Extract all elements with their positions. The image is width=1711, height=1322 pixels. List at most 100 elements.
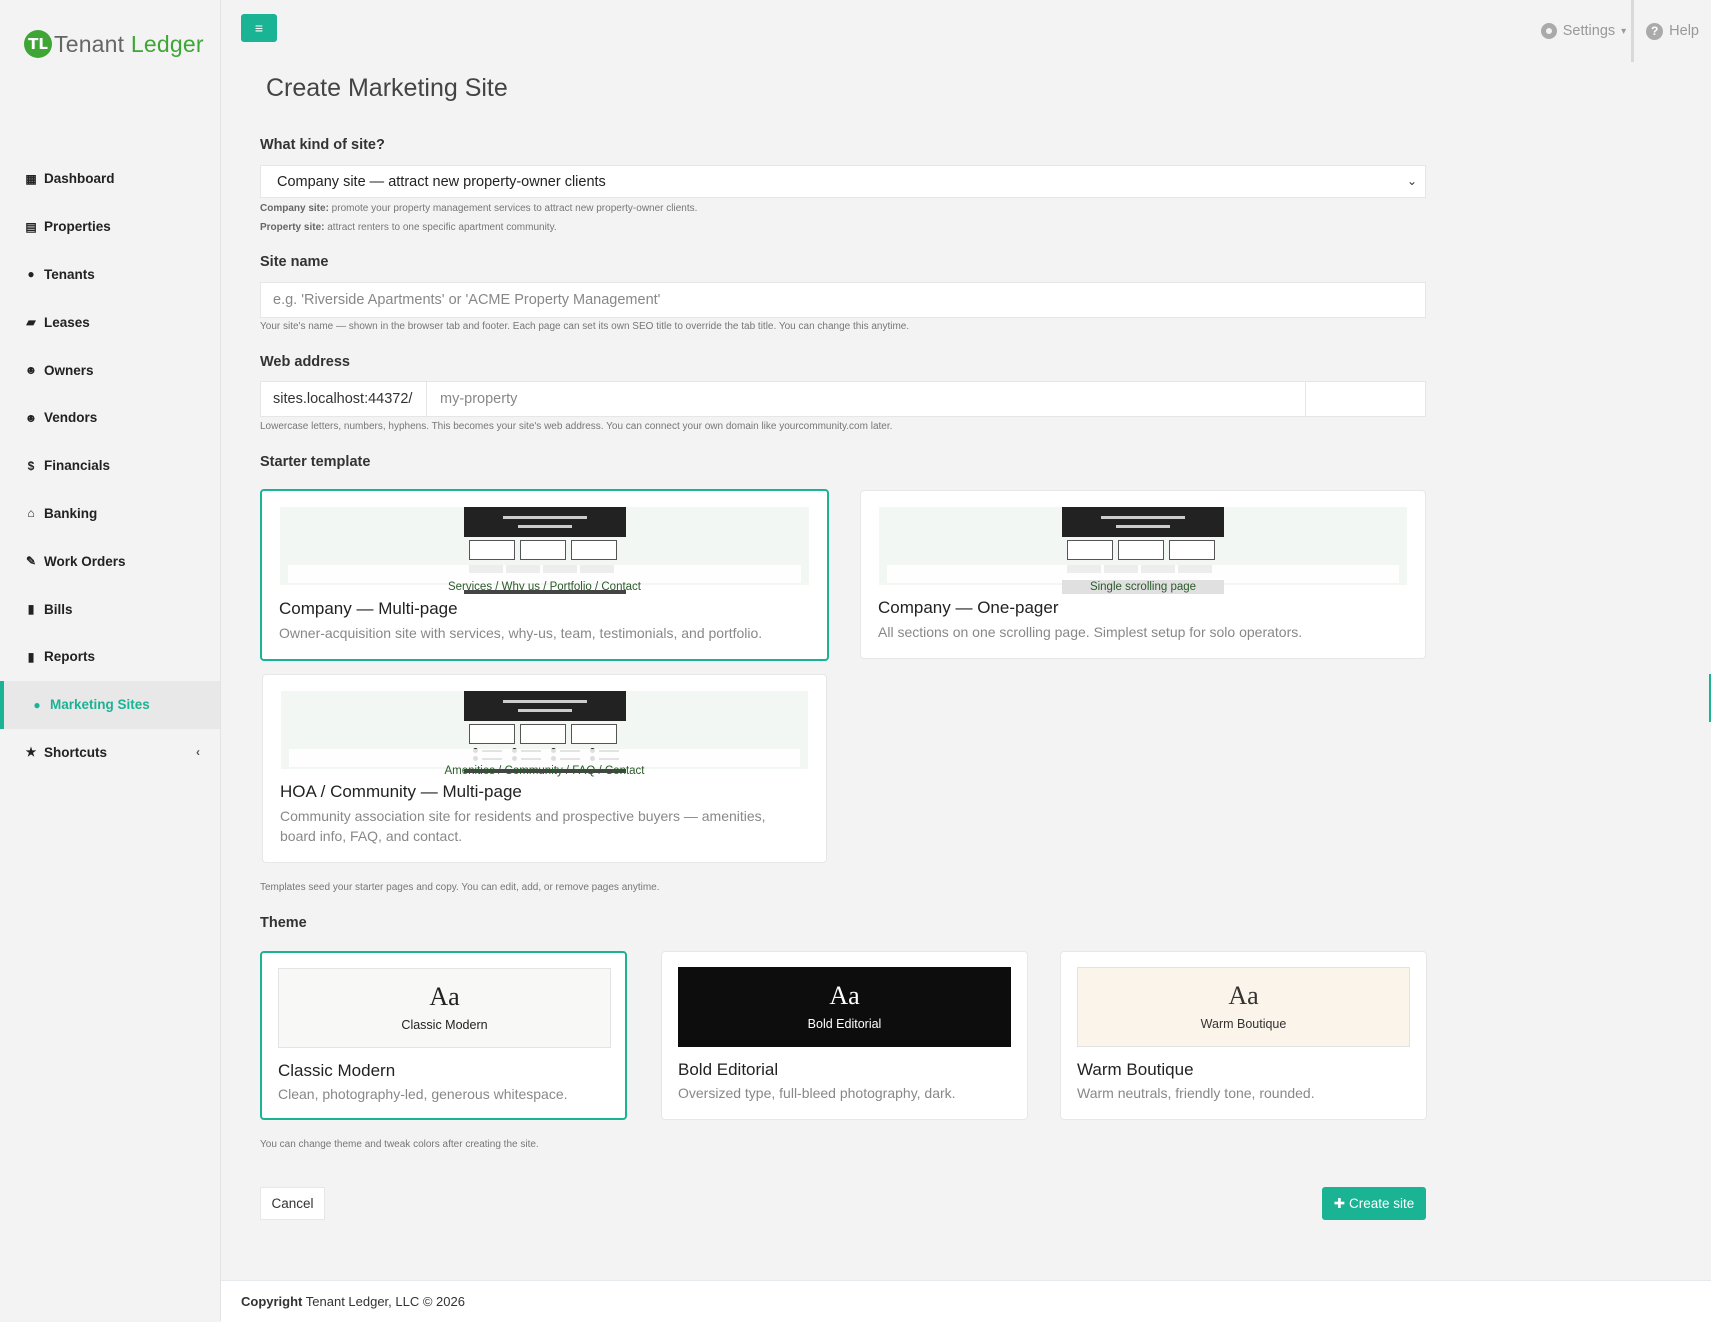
- globe-icon: ●: [33, 697, 41, 712]
- theme-preview: Aa Warm Boutique: [1077, 967, 1410, 1047]
- template-description: Community association site for residents…: [280, 808, 766, 844]
- site-kind-select[interactable]: Company site — attract new property-owne…: [260, 165, 1426, 198]
- sidebar-item-financials[interactable]: $ Financials: [0, 442, 220, 490]
- web-address-placeholder: my-property: [440, 391, 518, 407]
- logo-mark-icon: TL: [24, 30, 52, 58]
- app-logo[interactable]: TL Tenant Ledger: [24, 30, 204, 58]
- theme-help: You can change theme and tweak colors af…: [260, 1139, 539, 1150]
- sidebar-item-label: Vendors: [44, 410, 98, 426]
- sidebar-item-label: Properties: [44, 219, 111, 235]
- site-kind-selected-value: Company site — attract new property-owne…: [277, 173, 606, 190]
- site-name-input[interactable]: e.g. 'Riverside Apartments' or 'ACME Pro…: [260, 282, 1426, 318]
- sidebar-item-label: Tenants: [44, 266, 95, 282]
- file-icon: ▮: [27, 602, 35, 617]
- theme-title: Warm Boutique: [1077, 1060, 1194, 1079]
- theme-description: Warm neutrals, friendly tone, rounded.: [1077, 1085, 1315, 1101]
- web-address-suffix: [1305, 381, 1426, 417]
- cancel-button[interactable]: Cancel: [260, 1187, 325, 1220]
- sidebar-item-vendors[interactable]: ☻ Vendors: [0, 394, 220, 442]
- sidebar-item-label: Bills: [44, 601, 73, 617]
- plus-icon: ✚: [1333, 1195, 1346, 1211]
- help-company-bold: Company site:: [260, 203, 329, 214]
- page-title: Create Marketing Site: [266, 74, 508, 102]
- theme-title: Classic Modern: [278, 1061, 396, 1080]
- template-title: Company — Multi-page: [279, 599, 458, 618]
- footer-copyright-text: Tenant Ledger, LLC © 2026: [302, 1294, 465, 1309]
- theme-sample-text: Aa: [429, 982, 460, 1011]
- sidebar-item-dashboard[interactable]: ▦ Dashboard: [0, 155, 220, 203]
- theme-title: Bold Editorial: [678, 1060, 779, 1079]
- star-icon: ★: [25, 745, 37, 760]
- template-title: HOA / Community — Multi-page: [280, 782, 522, 801]
- topbar-divider: [1631, 0, 1634, 62]
- site-name-help: Your site's name — shown in the browser …: [260, 321, 910, 332]
- edit-icon: ✎: [25, 554, 37, 569]
- site-kind-label: What kind of site?: [260, 137, 385, 153]
- template-card-company-onepager[interactable]: Single scrolling page Company — One-page…: [860, 490, 1426, 659]
- web-address-help: Lowercase letters, numbers, hyphens. Thi…: [260, 421, 893, 432]
- theme-preview-name: Bold Editorial: [807, 1017, 882, 1031]
- sidebar-item-marketing-sites[interactable]: ● Marketing Sites: [0, 680, 220, 729]
- building-icon: ▤: [25, 219, 37, 234]
- hamburger-icon: ≡: [254, 20, 264, 36]
- template-card-company-multipage[interactable]: Services / Why us / Portfolio / Contact …: [260, 489, 829, 661]
- help-property-text: attract renters to one specific apartmen…: [324, 222, 557, 233]
- template-caption: Services / Why us / Portfolio / Contact: [447, 581, 641, 593]
- menu-toggle-button[interactable]: ≡: [241, 14, 277, 42]
- help-link[interactable]: ? Help: [1646, 22, 1699, 40]
- caret-down-icon: ▾: [1621, 25, 1627, 37]
- site-kind-help-company: Company site: promote your property mana…: [260, 203, 697, 214]
- template-caption: Amenities / Community / FAQ / Contact: [444, 765, 645, 777]
- theme-sample-text: Aa: [1228, 981, 1259, 1010]
- template-description: All sections on one scrolling page. Simp…: [878, 624, 1303, 640]
- sidebar-item-bills[interactable]: ▮ Bills: [0, 585, 220, 633]
- template-preview: Services / Why us / Portfolio / Contact: [280, 507, 809, 594]
- template-description: Owner-acquisition site with services, wh…: [279, 625, 763, 641]
- theme-label: Theme: [260, 915, 307, 931]
- theme-sample-text: Aa: [829, 981, 860, 1010]
- sidebar-item-shortcuts[interactable]: ★ Shortcuts ‹: [0, 729, 220, 777]
- create-site-label: Create site: [1349, 1196, 1415, 1211]
- settings-dropdown[interactable]: Settings ▾: [1540, 23, 1627, 39]
- logo-text-part1: Tenant: [54, 30, 131, 57]
- sidebar-item-reports[interactable]: ▮ Reports: [0, 633, 220, 681]
- sidebar-item-label: Financials: [44, 458, 111, 474]
- sidebar-item-work-orders[interactable]: ✎ Work Orders: [0, 537, 220, 585]
- template-preview: Amenities / Community / FAQ / Contact: [281, 691, 808, 777]
- chevron-down-icon: ⌄: [1406, 174, 1417, 188]
- sidebar-item-label: Shortcuts: [44, 744, 108, 760]
- template-preview: Single scrolling page: [879, 507, 1407, 594]
- create-site-button[interactable]: ✚ Create site: [1322, 1187, 1426, 1220]
- theme-preview-name: Warm Boutique: [1200, 1017, 1287, 1031]
- logo-text: Tenant Ledger: [54, 31, 204, 58]
- starter-template-label: Starter template: [260, 454, 371, 470]
- theme-card-warm-boutique[interactable]: Aa Warm Boutique Warm Boutique Warm neutral…: [1060, 951, 1427, 1120]
- web-address-prefix: sites.localhost:44372/: [260, 381, 427, 417]
- file-icon: ▮: [27, 649, 35, 664]
- sidebar-item-owners[interactable]: ☻ Owners: [0, 346, 220, 394]
- web-address-label: Web address: [260, 354, 350, 370]
- sidebar-item-banking[interactable]: ⌂ Banking: [0, 490, 220, 538]
- template-caption-text: Single scrolling page: [1061, 580, 1225, 594]
- templates-help: Templates seed your starter pages and co…: [260, 882, 660, 893]
- theme-card-bold-editorial[interactable]: Aa Bold Editorial Bold Editorial Oversized …: [661, 951, 1028, 1120]
- sidebar-item-label: Reports: [44, 649, 96, 665]
- help-property-bold: Property site:: [260, 222, 325, 233]
- sidebar-item-label: Banking: [44, 505, 98, 521]
- theme-preview: Aa Classic Modern: [278, 968, 611, 1048]
- question-circle-icon: ?: [1646, 22, 1664, 40]
- theme-card-classic-modern[interactable]: Aa Classic Modern Classic Modern Clean, pho…: [260, 951, 627, 1120]
- sidebar-item-properties[interactable]: ▤ Properties: [0, 203, 220, 251]
- sidebar-item-label: Work Orders: [44, 553, 126, 569]
- sidebar-item-label: Marketing Sites: [50, 697, 150, 713]
- site-name-label: Site name: [260, 254, 329, 270]
- web-address-input[interactable]: my-property: [426, 381, 1306, 417]
- theme-preview: Aa Bold Editorial: [678, 967, 1011, 1047]
- sidebar-item-leases[interactable]: ▰ Leases: [0, 298, 220, 346]
- template-card-hoa-multipage[interactable]: Amenities / Community / FAQ / Contact HO…: [262, 674, 827, 863]
- sidebar-item-tenants[interactable]: ● Tenants: [0, 251, 220, 299]
- sidebar-item-label: Leases: [44, 314, 90, 330]
- sidebar-nav: ▦ Dashboard ▤ Properties ● Tenants ▰ Leases ☻ Own…: [0, 155, 220, 776]
- template-title: Company — One-pager: [878, 598, 1059, 617]
- footer: Copyright Tenant Ledger, LLC © 2026: [221, 1280, 1711, 1322]
